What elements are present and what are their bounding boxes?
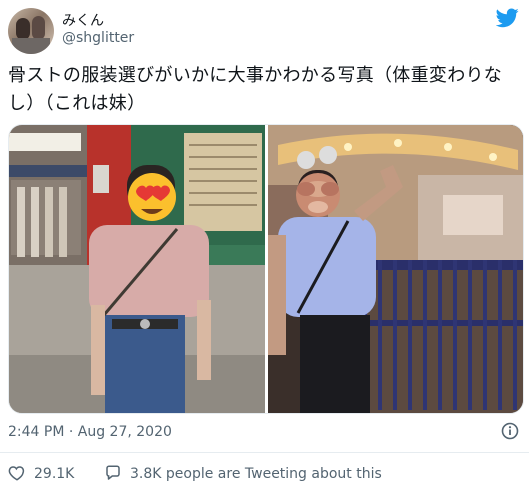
- tweet-timestamp[interactable]: 2:44 PM · Aug 27, 2020: [8, 424, 172, 440]
- twitter-bird-icon[interactable]: [496, 8, 519, 28]
- tweet-media[interactable]: [8, 124, 524, 414]
- tweet-text: 骨ストの服装選びがいかに大事かわかる写真（体重変わりなし）（これは妹）: [8, 65, 503, 114]
- info-icon[interactable]: [501, 422, 519, 440]
- photo-after[interactable]: [268, 125, 523, 413]
- author-handle[interactable]: @shglitter: [62, 30, 134, 46]
- avatar[interactable]: [8, 8, 54, 54]
- author-display-name[interactable]: みくん: [62, 10, 104, 30]
- photo-before[interactable]: [9, 125, 265, 413]
- divider: [0, 452, 529, 453]
- reply-bubble-icon[interactable]: [104, 464, 122, 482]
- tweet-card: みくん @shglitter 骨ストの服装選びがいかに大事かわかる写真（体重変わ…: [0, 0, 529, 488]
- reply-text[interactable]: 3.8K people are Tweeting about this: [130, 466, 382, 482]
- like-count[interactable]: 29.1K: [34, 466, 74, 482]
- heart-icon[interactable]: [8, 464, 26, 482]
